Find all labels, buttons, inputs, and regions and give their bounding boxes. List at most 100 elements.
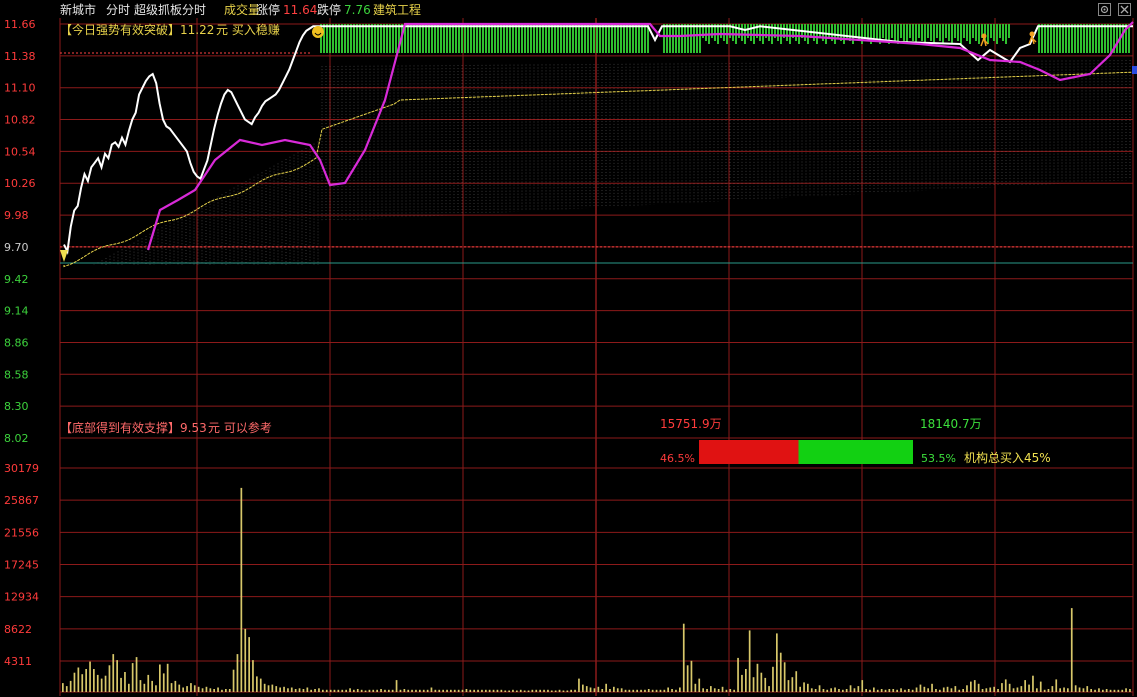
volume-bar [360, 689, 363, 692]
limit-band-bar [885, 24, 887, 41]
volume-bar [112, 654, 115, 692]
volume-bar [422, 689, 425, 692]
volume-bar [267, 685, 270, 692]
volume-bar [810, 688, 813, 692]
volume-bar [504, 690, 507, 692]
volume-bar [888, 689, 891, 692]
volume-bar [485, 689, 487, 692]
volume-bar [516, 690, 518, 692]
volume-bar [779, 652, 782, 692]
volume-bar [248, 637, 250, 692]
volume-bar [353, 689, 355, 692]
volume-bar [481, 689, 483, 692]
volume-bar [748, 630, 751, 692]
volume-bar [143, 683, 146, 692]
limit-band-bar [999, 24, 1001, 38]
limit-band-bar [503, 24, 505, 53]
volume-bar [679, 687, 681, 692]
volume-bar [725, 689, 728, 692]
volume-bar [702, 688, 704, 692]
limit-band-bar [948, 24, 950, 41]
limit-band-bar [602, 24, 604, 53]
limit-band-bar [386, 24, 388, 53]
limit-band-bar [596, 24, 598, 53]
volume-bar [446, 689, 448, 692]
limit-band-bar [617, 24, 619, 53]
volume-bar [120, 677, 122, 692]
limit-band-bar [611, 24, 613, 53]
volume-bar [170, 683, 173, 692]
limit-band-bar [422, 24, 424, 53]
limit-band-bar [569, 24, 571, 53]
volume-bar [1074, 685, 1077, 692]
limit-band-bar [356, 24, 358, 53]
volume-bar [81, 674, 84, 692]
volume-bar [256, 676, 258, 692]
limit-band-bar [681, 24, 683, 53]
limit-band-bar [903, 24, 905, 41]
limit-band-bar [819, 24, 821, 38]
limit-band-bar [557, 24, 559, 53]
limit-band-bar [344, 24, 346, 53]
limit-band-bar [912, 24, 914, 41]
limit-band-bar [593, 24, 595, 53]
limit-band-bar [497, 24, 499, 53]
volume-bar [853, 688, 856, 692]
volume-bar [279, 687, 281, 692]
price-tick-label: 8.86 [4, 336, 29, 349]
limit-band-bar [431, 24, 433, 53]
limit-band-bar [374, 24, 376, 53]
volume-bar [376, 689, 378, 692]
price-tick-label: 10.54 [4, 145, 36, 158]
volume-bar [589, 687, 592, 692]
volume-bar [1105, 689, 1108, 692]
limit-band-bar [1110, 24, 1112, 53]
volume-bar [1028, 684, 1030, 692]
limit-band-bar [696, 24, 698, 53]
sell-bar [699, 440, 799, 464]
breakout-signal-suffix: 元 买入稳赚 [216, 22, 280, 37]
limit-band-bar [690, 24, 692, 53]
limit-band-bar [584, 24, 586, 53]
limit-band-bar [509, 24, 511, 53]
volume-bar [640, 689, 642, 692]
volume-bar [430, 687, 433, 692]
limit-band-bar [434, 24, 436, 53]
limit-band-bar [993, 24, 995, 41]
volume-bar [543, 689, 545, 692]
limit-band-bar [966, 24, 968, 41]
limit-band-bar [1086, 24, 1088, 53]
volume-bar [613, 686, 615, 692]
limit-band-bar [678, 24, 680, 53]
volume-bar [651, 689, 654, 692]
volume-bar [1121, 689, 1124, 692]
limit-band-bar [458, 24, 460, 53]
volume-bar [368, 689, 371, 692]
limit-band-bar [350, 24, 352, 53]
price-tick-label: 8.58 [4, 368, 29, 381]
volume-bar [283, 686, 285, 692]
volume-bar [756, 663, 759, 692]
volume-bar [1036, 688, 1038, 692]
volume-bar [62, 683, 64, 692]
limit-band-bar [395, 24, 397, 53]
limit-band-bar [563, 24, 565, 53]
volume-bar [349, 688, 351, 692]
limit-band-bar [699, 24, 701, 53]
limit-band-bar [392, 24, 394, 53]
limit-band-bar [443, 24, 445, 53]
limit-band-bar [1107, 24, 1109, 53]
volume-bar [1047, 689, 1050, 692]
limit-band-bar [930, 24, 932, 41]
limit-band-bar [494, 24, 496, 53]
volume-bar [550, 690, 553, 692]
limit-band-bar [416, 24, 418, 53]
limit-band-bar [951, 24, 953, 44]
volume-bar [294, 689, 297, 692]
limit-band-bar [1038, 24, 1040, 53]
limit-band-bar [539, 24, 541, 53]
volume-bar [325, 689, 328, 692]
limit-band-bar [987, 24, 989, 44]
volume-bar [116, 660, 118, 692]
limit-band-bar [915, 24, 917, 44]
